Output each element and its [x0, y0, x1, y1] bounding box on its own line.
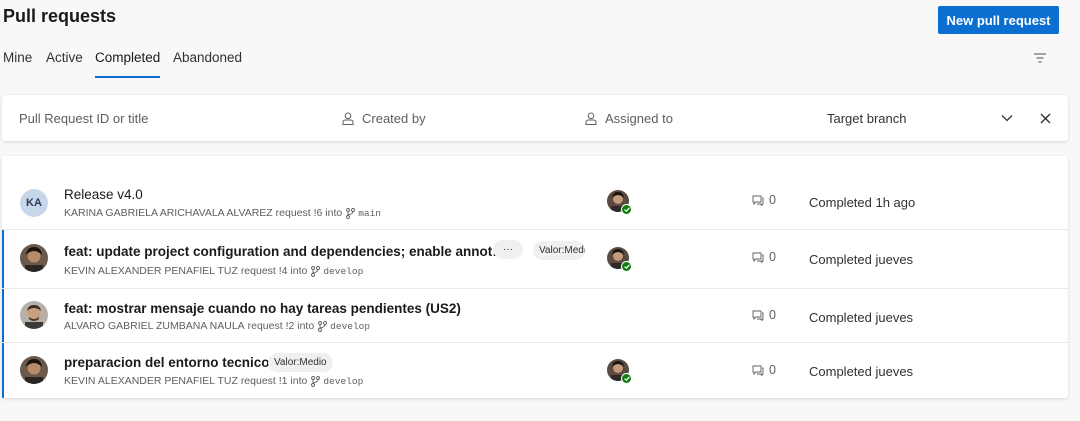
comment-icon: [752, 310, 764, 321]
search-input[interactable]: Pull Request ID or title: [19, 95, 148, 141]
pr-status: Completed jueves: [809, 310, 914, 325]
reviewer-avatar[interactable]: [607, 359, 632, 384]
person-photo-icon: [20, 356, 48, 384]
branch-icon: [346, 207, 356, 219]
person-icon: [585, 112, 597, 125]
comment-count-value: 0: [769, 193, 776, 207]
comment-count-value: 0: [769, 363, 776, 377]
pr-meta: ALVARO GABRIEL ZUMBANA NAULA request !2 …: [64, 320, 370, 332]
new-pull-request-button[interactable]: New pull request: [938, 6, 1059, 34]
tab-abandoned[interactable]: Abandoned: [173, 48, 242, 78]
reviewer-avatar[interactable]: [607, 247, 632, 272]
page-title: Pull requests: [3, 6, 117, 26]
person-photo-icon: [20, 301, 48, 329]
created-by-label: Created by: [362, 110, 426, 126]
request-id: request !1 into: [240, 375, 308, 387]
author-avatar: [20, 244, 48, 272]
pull-request-row[interactable]: feat: mostrar mensaje cuando no hay tare…: [2, 289, 1068, 343]
pr-status: Completed jueves: [809, 364, 914, 379]
comment-icon: [752, 252, 764, 263]
assigned-to-label: Assigned to: [605, 110, 673, 126]
pull-request-row[interactable]: preparacion del entorno tecnico Valor:Me…: [2, 343, 1068, 398]
request-id: request !2 into: [247, 320, 315, 332]
tab-mine[interactable]: Mine: [3, 48, 32, 78]
created-by-filter[interactable]: Created by: [342, 95, 426, 141]
filter-toggle-button[interactable]: [1031, 50, 1049, 66]
target-branch[interactable]: develop: [323, 266, 363, 277]
branch-icon: [311, 375, 321, 387]
pull-request-row[interactable]: KA Release v4.0 KARINA GABRIELA ARICHAVA…: [2, 172, 1068, 230]
comment-count-value: 0: [769, 308, 776, 322]
author-name: KEVIN ALEXANDER PENAFIEL TUZ: [64, 265, 238, 277]
author-avatar: KA: [20, 189, 48, 217]
pr-title[interactable]: feat: update project configuration and d…: [64, 244, 506, 259]
filter-icon: [1034, 53, 1046, 63]
clear-filter-button[interactable]: [1036, 109, 1054, 127]
expand-filter-button[interactable]: [998, 109, 1016, 127]
pr-title[interactable]: Release v4.0: [64, 187, 143, 202]
approved-check-icon: [621, 373, 632, 384]
target-branch-filter[interactable]: Target branch: [827, 95, 907, 141]
pr-meta: KARINA GABRIELA ARICHAVALA ALVAREZ reque…: [64, 207, 381, 219]
pr-status: Completed 1h ago: [809, 195, 916, 210]
comment-count: 0: [752, 308, 776, 322]
person-photo-icon: [20, 244, 48, 272]
chevron-down-icon: [1001, 115, 1013, 122]
tab-active[interactable]: Active: [46, 48, 83, 78]
comment-count: 0: [752, 193, 776, 207]
request-id: request !4 into: [240, 265, 308, 277]
author-name: KEVIN ALEXANDER PENAFIEL TUZ: [64, 375, 238, 387]
tag-label: Valor:Medio: [268, 353, 333, 372]
target-branch[interactable]: develop: [330, 321, 370, 332]
author-avatar: [20, 301, 48, 329]
filter-bar: Pull Request ID or title Created by Assi…: [2, 95, 1068, 141]
pr-title[interactable]: feat: mostrar mensaje cuando no hay tare…: [64, 301, 461, 316]
target-branch[interactable]: develop: [323, 376, 363, 387]
pull-request-list: KA Release v4.0 KARINA GABRIELA ARICHAVA…: [2, 156, 1068, 398]
reviewer-avatar[interactable]: [607, 190, 632, 215]
comment-count: 0: [752, 363, 776, 377]
comment-icon: [752, 195, 764, 206]
comment-icon: [752, 365, 764, 376]
pull-request-row[interactable]: feat: update project configuration and d…: [2, 230, 1068, 289]
avatar-initials: KA: [20, 189, 48, 217]
pr-meta: KEVIN ALEXANDER PENAFIEL TUZ request !4 …: [64, 265, 363, 277]
branch-icon: [311, 265, 321, 277]
request-id: request !6 into: [275, 207, 343, 219]
pr-status: Completed jueves: [809, 252, 914, 267]
author-name: ALVARO GABRIEL ZUMBANA NAULA: [64, 320, 245, 332]
tab-completed[interactable]: Completed: [95, 48, 161, 78]
author-avatar: [20, 356, 48, 384]
approved-check-icon: [621, 204, 632, 215]
approved-check-icon: [621, 261, 632, 272]
pr-meta: KEVIN ALEXANDER PENAFIEL TUZ request !1 …: [64, 375, 363, 387]
target-branch[interactable]: main: [358, 208, 381, 219]
close-icon: [1040, 113, 1050, 123]
assigned-to-filter[interactable]: Assigned to: [585, 95, 673, 141]
more-tags-button[interactable]: ···: [493, 240, 523, 259]
comment-count: 0: [752, 250, 776, 264]
author-name: KARINA GABRIELA ARICHAVALA ALVAREZ: [64, 207, 273, 219]
person-icon: [342, 112, 354, 125]
pr-title[interactable]: preparacion del entorno tecnico: [64, 355, 270, 370]
tag-label: Valor:Medio: [533, 241, 585, 260]
comment-count-value: 0: [769, 250, 776, 264]
branch-icon: [318, 320, 328, 332]
